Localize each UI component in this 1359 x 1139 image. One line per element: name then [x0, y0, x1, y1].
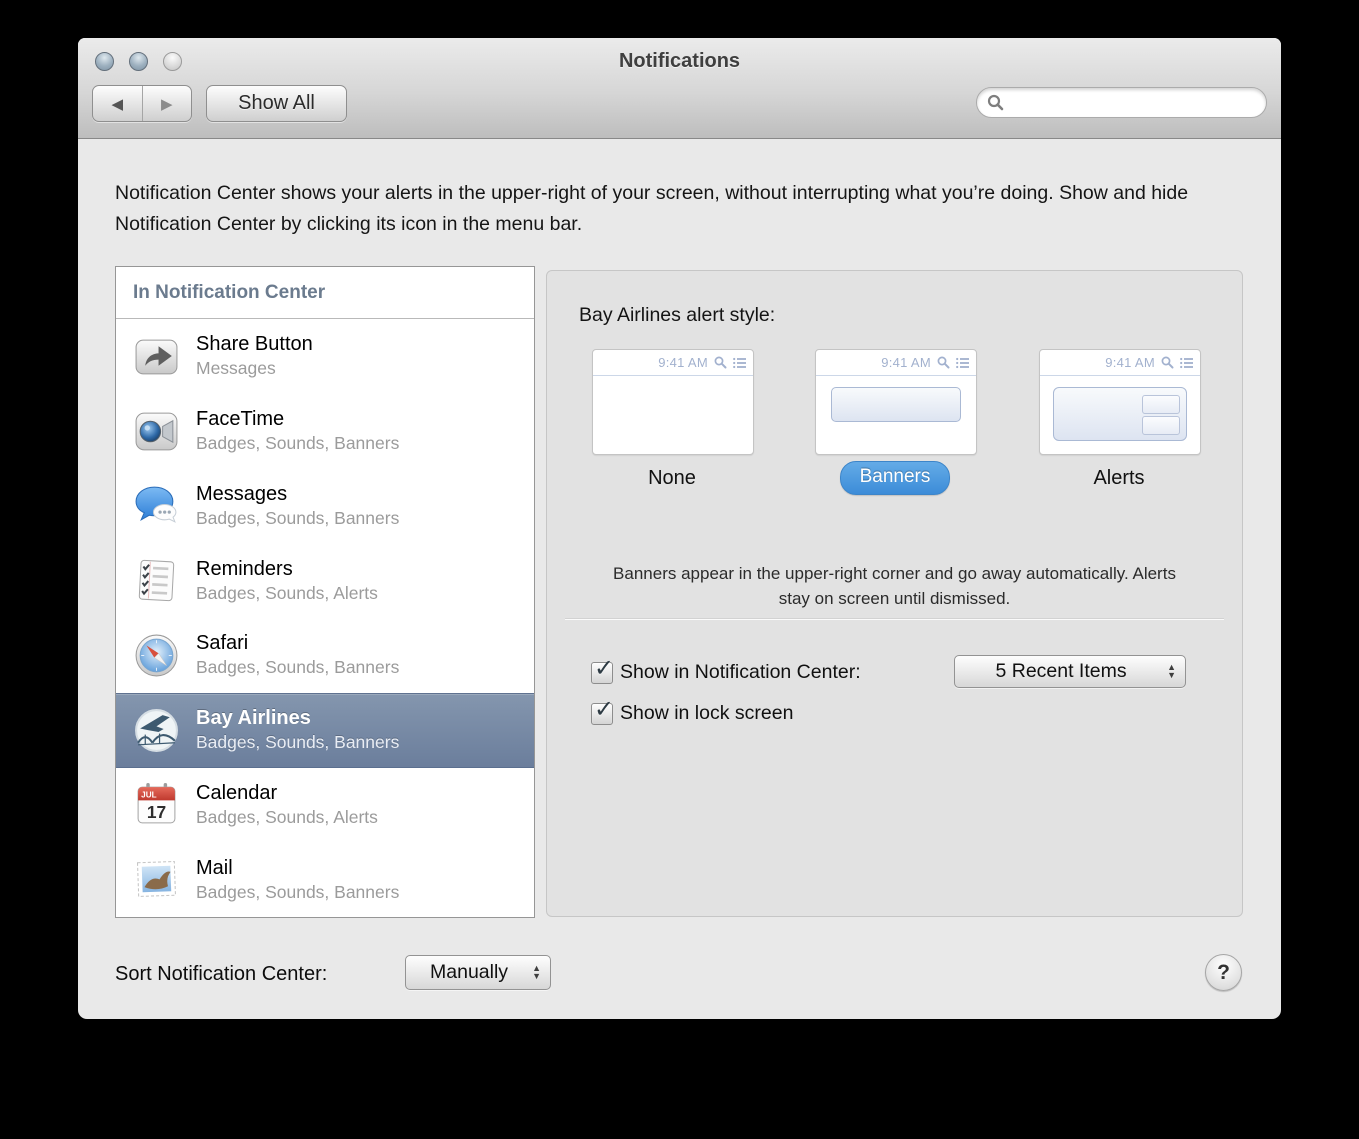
- item-detail: Badges, Sounds, Alerts: [196, 582, 378, 605]
- style-option-alerts[interactable]: Alerts: [1039, 467, 1199, 490]
- show-in-notification-center-checkbox[interactable]: ✓: [591, 662, 613, 684]
- notification-center-icon: [956, 357, 970, 369]
- popup-arrows-icon: ▲▼: [532, 965, 541, 980]
- panel-divider: [565, 618, 1224, 620]
- list-item-bay-airlines[interactable]: Bay Airlines Badges, Sounds, Banners: [116, 693, 534, 768]
- show-in-notification-center-row: ✓ Show in Notification Center:: [591, 661, 861, 684]
- list-item-facetime[interactable]: FaceTime Badges, Sounds, Banners: [116, 394, 534, 469]
- calendar-month-label: JUL: [141, 791, 156, 800]
- list-item-mail[interactable]: Mail Badges, Sounds, Banners: [116, 842, 534, 917]
- notification-center-icon: [733, 357, 747, 369]
- preview-time: 9:41 AM: [658, 355, 708, 370]
- show-all-label: Show All: [238, 92, 315, 115]
- show-in-lock-screen-row: ✓ Show in lock screen: [591, 702, 793, 725]
- app-list-header: In Notification Center: [116, 267, 534, 319]
- item-detail: Badges, Sounds, Banners: [196, 507, 399, 530]
- preview-menubar: 9:41 AM: [593, 350, 753, 376]
- alert-style-preview-banners[interactable]: 9:41 AM: [815, 349, 977, 455]
- app-list: In Notification Center Share Button Mess…: [115, 266, 535, 918]
- search-input[interactable]: [1009, 90, 1266, 116]
- alert-style-preview-alerts[interactable]: 9:41 AM: [1039, 349, 1201, 455]
- recent-items-value: 5 Recent Items: [955, 660, 1167, 683]
- back-arrow-icon: ◀: [111, 95, 123, 113]
- popup-arrows-icon: ▲▼: [1167, 664, 1176, 679]
- alert-style-caption: Banners appear in the upper-right corner…: [597, 561, 1192, 611]
- safari-icon: [133, 632, 180, 679]
- list-item-safari[interactable]: Safari Badges, Sounds, Banners: [116, 618, 534, 693]
- messages-icon: [133, 482, 180, 529]
- sort-popup[interactable]: Manually ▲▼: [405, 955, 551, 990]
- show-in-lock-screen-checkbox[interactable]: ✓: [591, 703, 613, 725]
- share-icon: [133, 333, 180, 380]
- show-in-notification-center-label: Show in Notification Center:: [620, 661, 861, 684]
- notification-center-icon: [1180, 357, 1194, 369]
- notification-center-description: Notification Center shows your alerts in…: [115, 178, 1233, 240]
- list-item-share-button[interactable]: Share Button Messages: [116, 319, 534, 394]
- item-detail: Badges, Sounds, Banners: [196, 881, 399, 904]
- alert-graphic: [1053, 387, 1187, 441]
- sort-value: Manually: [406, 961, 532, 984]
- reminders-icon: [133, 557, 180, 604]
- recent-items-popup[interactable]: 5 Recent Items ▲▼: [954, 655, 1186, 688]
- alert-button-graphic: [1142, 416, 1180, 435]
- item-name: Messages: [196, 482, 399, 507]
- search-field[interactable]: [976, 87, 1267, 118]
- sort-notification-center-label: Sort Notification Center:: [115, 963, 327, 986]
- mail-icon: [133, 856, 180, 903]
- item-detail: Badges, Sounds, Banners: [196, 731, 399, 754]
- alert-button-graphic: [1142, 395, 1180, 414]
- list-item-calendar[interactable]: JUL 17 Calendar Badges, Sounds, Alerts: [116, 768, 534, 843]
- item-detail: Badges, Sounds, Alerts: [196, 806, 378, 829]
- spotlight-icon: [937, 356, 950, 369]
- calendar-icon: JUL 17: [133, 781, 180, 828]
- help-question-icon: ?: [1217, 961, 1230, 985]
- preview-time: 9:41 AM: [881, 355, 931, 370]
- bay-airlines-icon: [133, 707, 180, 754]
- checkmark-icon: ✓: [594, 695, 614, 724]
- item-name: FaceTime: [196, 407, 399, 432]
- preview-menubar: 9:41 AM: [816, 350, 976, 376]
- list-item-messages[interactable]: Messages Badges, Sounds, Banners: [116, 469, 534, 544]
- alert-settings-panel: Bay Airlines alert style: 9:41 AM 9:41 A…: [546, 270, 1243, 917]
- item-name: Reminders: [196, 557, 378, 582]
- preferences-window: Notifications ◀ ▶ Show All Notification …: [78, 38, 1281, 1019]
- item-name: Calendar: [196, 781, 378, 806]
- calendar-day-label: 17: [147, 802, 166, 822]
- preview-menubar: 9:41 AM: [1040, 350, 1200, 376]
- item-detail: Badges, Sounds, Banners: [196, 656, 399, 679]
- style-option-banners[interactable]: Banners: [815, 461, 975, 495]
- item-name: Bay Airlines: [196, 706, 399, 731]
- item-detail: Messages: [196, 357, 313, 380]
- search-icon: [987, 94, 1004, 111]
- show-all-button[interactable]: Show All: [206, 85, 347, 122]
- alert-style-label: Bay Airlines alert style:: [579, 304, 775, 327]
- list-item-reminders[interactable]: Reminders Badges, Sounds, Alerts: [116, 543, 534, 618]
- facetime-icon: [133, 408, 180, 455]
- item-detail: Badges, Sounds, Banners: [196, 432, 399, 455]
- style-option-none[interactable]: None: [592, 467, 752, 490]
- forward-arrow-icon: ▶: [161, 95, 173, 113]
- window-title: Notifications: [78, 50, 1281, 73]
- show-in-lock-screen-label: Show in lock screen: [620, 702, 793, 725]
- alert-style-preview-none[interactable]: 9:41 AM: [592, 349, 754, 455]
- banner-graphic: [831, 387, 961, 422]
- forward-button[interactable]: ▶: [143, 86, 192, 121]
- back-button[interactable]: ◀: [93, 86, 143, 121]
- item-name: Safari: [196, 631, 399, 656]
- banners-selected-pill[interactable]: Banners: [840, 461, 951, 495]
- item-name: Mail: [196, 856, 399, 881]
- spotlight-icon: [1161, 356, 1174, 369]
- history-nav: ◀ ▶: [92, 85, 192, 122]
- titlebar: Notifications ◀ ▶ Show All: [78, 38, 1281, 139]
- spotlight-icon: [714, 356, 727, 369]
- checkmark-icon: ✓: [594, 654, 614, 683]
- help-button[interactable]: ?: [1205, 954, 1242, 991]
- preview-time: 9:41 AM: [1105, 355, 1155, 370]
- item-name: Share Button: [196, 332, 313, 357]
